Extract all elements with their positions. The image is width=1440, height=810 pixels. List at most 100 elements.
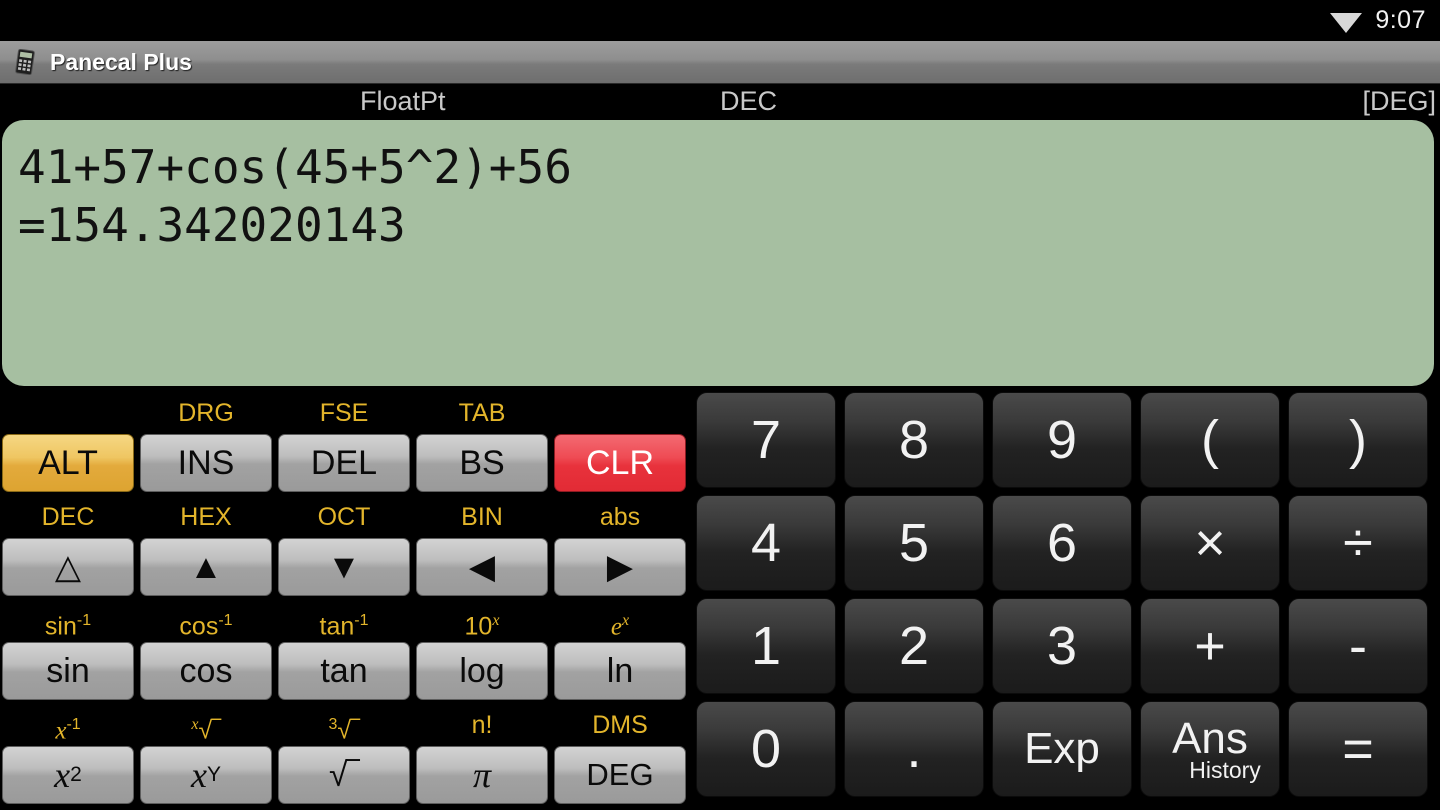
square-button[interactable]: x2 [2, 746, 134, 804]
log-button[interactable]: log [416, 642, 548, 700]
del-button-shift-label: FSE [319, 399, 369, 427]
calculator-icon [15, 49, 35, 75]
function-cell-cursor-down-button: OCT ▼ [276, 496, 412, 600]
function-cell-cursor-right-button: abs ▶ [552, 496, 688, 600]
sqrt-button-shift-label: 3√‾ [328, 716, 360, 745]
key-plus[interactable]: + [1140, 598, 1280, 694]
cursor-up-button-shift-label: HEX [180, 503, 232, 531]
notation-mode-indicator[interactable]: FloatPt [360, 86, 446, 117]
display-result: =154.342020143 [18, 198, 406, 252]
ln-button-shift-label: ex [610, 612, 630, 641]
cursor-right-button-shift-label: abs [599, 503, 641, 531]
app-title: Panecal Plus [50, 48, 192, 75]
function-cell-ln-button: ex ln [552, 600, 688, 704]
cos-button-shift-label: cos-1 [179, 612, 233, 641]
key-7[interactable]: 7 [696, 392, 836, 488]
key-minus[interactable]: - [1288, 598, 1428, 694]
function-cell-cos-button: cos-1 cos [138, 600, 274, 704]
key-divide[interactable]: ÷ [1288, 495, 1428, 591]
key-exp[interactable]: Exp [992, 701, 1132, 797]
cos-button[interactable]: cos [140, 642, 272, 700]
sin-button[interactable]: sin [2, 642, 134, 700]
key-equals[interactable]: = [1288, 701, 1428, 797]
cursor-down-button[interactable]: ▼ [278, 538, 410, 596]
key-ans-sublabel: History [1189, 756, 1261, 783]
numeric-keypad: 7 8 9() 4 5 6 × ÷ 1 2 3 + -0. Exp Ans History = [696, 392, 1440, 810]
function-cell-square-button: x-1 x 2 [0, 704, 136, 808]
cursor-left-button-shift-label: BIN [461, 503, 503, 531]
key-close-paren[interactable]: ) [1288, 392, 1428, 488]
function-cell-del-button: FSE DEL [276, 392, 412, 496]
function-row-2: DEC △ HEX ▲ OCT ▼ BIN ◀ abs ▶ [0, 496, 692, 600]
function-key-panel: ALT DRG INS FSE DEL TAB BS CLR DEC △ HEX ▲ OCT ▼ BIN ◀ a… [0, 392, 692, 810]
sin-button-shift-label: sin-1 [44, 612, 92, 641]
function-row-1: ALT DRG INS FSE DEL TAB BS CLR [0, 392, 692, 496]
cursor-left-button[interactable]: ◀ [416, 538, 548, 596]
tan-button[interactable]: tan [278, 642, 410, 700]
power-button-shift-label: x√‾ [191, 716, 221, 745]
key-8[interactable]: 8 [844, 392, 984, 488]
sqrt-button[interactable]: √‾ [278, 746, 410, 804]
key-6[interactable]: 6 [992, 495, 1132, 591]
wifi-icon [1330, 12, 1363, 33]
log-button-shift-label: 10x [464, 612, 500, 641]
cursor-down-button-shift-label: OCT [317, 503, 371, 531]
function-cell-sin-button: sin-1 sin [0, 600, 136, 704]
function-cell-cursor-up-button: HEX ▲ [138, 496, 274, 600]
key-4[interactable]: 4 [696, 495, 836, 591]
title-bar: Panecal Plus [0, 41, 1440, 84]
pi-button-shift-label: n! [471, 711, 493, 739]
alt-button[interactable]: ALT [2, 434, 134, 492]
mode-indicator-bar: FloatPt DEC [DEG] [0, 84, 1440, 122]
deg-button[interactable]: DEG [554, 746, 686, 804]
key-3[interactable]: 3 [992, 598, 1132, 694]
tan-button-shift-label: tan-1 [319, 612, 369, 641]
key-decimal[interactable]: . [844, 701, 984, 797]
key-open-paren[interactable]: ( [1140, 392, 1280, 488]
bs-button-shift-label: TAB [458, 399, 506, 427]
key-5[interactable]: 5 [844, 495, 984, 591]
function-cell-alt-button: ALT [0, 392, 136, 496]
function-cell-log-button: 10x log [414, 600, 550, 704]
square-button-shift-label: x-1 [55, 716, 81, 745]
function-cell-sqrt-button: 3√‾ √‾ [276, 704, 412, 808]
clear-button[interactable]: CLR [554, 434, 686, 492]
function-cell-pi-button: n! π [414, 704, 550, 808]
function-cell-deg-button: DMS DEG [552, 704, 688, 808]
key-ans[interactable]: Ans History [1140, 701, 1280, 797]
del-button[interactable]: DEL [278, 434, 410, 492]
function-cell-tan-button: tan-1 tan [276, 600, 412, 704]
cursor-up-button[interactable]: ▲ [140, 538, 272, 596]
key-0[interactable]: 0 [696, 701, 836, 797]
function-row-3: sin-1 sin cos-1 cos tan-1 tan 10x log ex ln [0, 600, 692, 704]
deg-button-shift-label: DMS [592, 711, 648, 739]
cursor-right-button[interactable]: ▶ [554, 538, 686, 596]
key-2[interactable]: 2 [844, 598, 984, 694]
ln-button[interactable]: ln [554, 642, 686, 700]
function-cell-bs-button: TAB BS [414, 392, 550, 496]
power-button[interactable]: xY [140, 746, 272, 804]
numeric-base-indicator[interactable]: DEC [720, 86, 777, 117]
calculation-display[interactable]: 41+57+cos(45+5^2)+56 =154.342020143 [2, 120, 1434, 386]
bs-button[interactable]: BS [416, 434, 548, 492]
key-1[interactable]: 1 [696, 598, 836, 694]
function-cell-power-button: x√‾ x Y [138, 704, 274, 808]
key-ans-label: Ans [1172, 713, 1248, 763]
keyboard-area: ALT DRG INS FSE DEL TAB BS CLR DEC △ HEX ▲ OCT ▼ BIN ◀ a… [0, 392, 1440, 810]
cursor-home-button[interactable]: △ [2, 538, 134, 596]
cursor-home-button-shift-label: DEC [41, 503, 95, 531]
ins-button[interactable]: INS [140, 434, 272, 492]
function-row-4: x-1 x 2 x√‾ x Y 3√‾ √‾ n! π DMS DEG [0, 704, 692, 808]
function-cell-clear-button: CLR [552, 392, 688, 496]
function-cell-cursor-home-button: DEC △ [0, 496, 136, 600]
key-multiply[interactable]: × [1140, 495, 1280, 591]
status-bar: 9:07 [0, 0, 1440, 41]
status-clock: 9:07 [1375, 6, 1426, 34]
angle-mode-indicator[interactable]: [DEG] [1362, 86, 1436, 117]
pi-button[interactable]: π [416, 746, 548, 804]
function-cell-cursor-left-button: BIN ◀ [414, 496, 550, 600]
ins-button-shift-label: DRG [178, 399, 234, 427]
display-expression: 41+57+cos(45+5^2)+56 [18, 140, 572, 194]
function-cell-ins-button: DRG INS [138, 392, 274, 496]
key-9[interactable]: 9 [992, 392, 1132, 488]
